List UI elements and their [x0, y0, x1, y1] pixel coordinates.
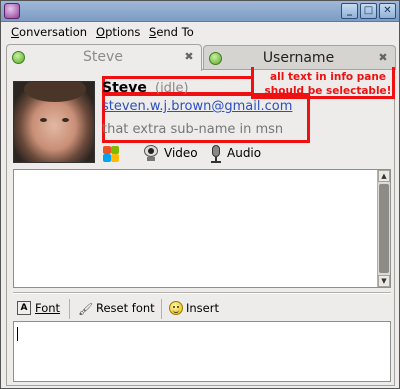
menu-conversation-label: onversation [19, 25, 88, 39]
msn-butterfly-icon[interactable] [102, 145, 120, 163]
smiley-icon [169, 301, 183, 315]
format-toolbar: A Font 🖌 Reset font Insert [13, 297, 391, 321]
conversation-window: _ □ ✕ Conversation Options Send To Steve… [0, 0, 400, 389]
menu-bar: Conversation Options Send To [1, 22, 399, 42]
contact-name[interactable]: Steve [102, 80, 147, 96]
contact-status[interactable]: (idle) [155, 81, 189, 96]
minimize-button[interactable]: _ [341, 3, 358, 19]
buddy-icon-avatar[interactable] [13, 81, 95, 163]
audio-button[interactable]: Audio [227, 146, 261, 160]
conversation-tabs: Steve ✖ Username ✖ [1, 42, 399, 71]
webcam-icon[interactable] [143, 145, 159, 162]
scroll-down-button[interactable]: ▼ [378, 275, 390, 287]
font-label: Font [35, 301, 61, 315]
video-button[interactable]: Video [164, 146, 198, 160]
maximize-button[interactable]: □ [360, 3, 377, 19]
menu-options[interactable]: Options [96, 25, 140, 39]
menu-conversation-mnemonic: C [11, 25, 20, 39]
conversation-history[interactable]: ▲ ▼ [13, 169, 391, 288]
available-status-icon [209, 52, 222, 65]
msn-icon-yellow [111, 154, 119, 162]
mic-head [212, 145, 220, 157]
available-status-icon [12, 51, 25, 64]
message-input[interactable] [13, 321, 391, 382]
pidgin-app-icon[interactable] [4, 3, 20, 19]
history-scrollbar[interactable]: ▲ ▼ [377, 170, 390, 287]
msn-icon-green [111, 146, 119, 154]
toolbar-separator [161, 299, 162, 319]
toolbar-separator [69, 299, 70, 319]
avatar-eye [40, 118, 47, 122]
avatar-hair [24, 82, 86, 102]
close-icon[interactable]: ✖ [377, 52, 389, 64]
scroll-up-button[interactable]: ▲ [378, 170, 390, 182]
close-window-button[interactable]: ✕ [379, 3, 396, 19]
insert-label: Insert [186, 301, 219, 315]
contact-email-link[interactable]: steven.w.j.brown@gmail.com [102, 99, 292, 114]
tab-label: Steve [83, 49, 123, 65]
text-caret [17, 327, 18, 341]
menu-conversation[interactable]: Conversation [11, 25, 87, 39]
brush-icon: 🖌 [78, 302, 94, 316]
reset-font-label: Reset font [96, 301, 155, 315]
font-icon: A [17, 301, 31, 315]
tab-steve[interactable]: Steve ✖ [6, 44, 202, 71]
menu-send-to-label: end To [156, 25, 194, 39]
menu-send-to[interactable]: Send To [149, 25, 194, 39]
webcam-lens [148, 148, 154, 154]
mic-foot [211, 161, 221, 163]
pane-splitter[interactable] [13, 292, 391, 294]
menu-options-label: ptions [105, 25, 141, 39]
webcam-base [147, 157, 155, 161]
microphone-icon[interactable] [210, 145, 222, 163]
scroll-thumb[interactable] [379, 184, 389, 273]
conversation-panel: all text in info pane should be selectab… [6, 67, 395, 386]
close-icon[interactable]: ✖ [183, 51, 195, 63]
tab-label: Username [262, 50, 335, 66]
avatar-eye [62, 118, 69, 122]
contact-subname[interactable]: that extra sub-name in msn [102, 122, 283, 137]
msn-icon-red [103, 146, 111, 154]
title-bar[interactable]: _ □ ✕ [1, 1, 399, 22]
annotation-text: all text in info pane should be selectab… [264, 71, 392, 97]
menu-options-mnemonic: O [96, 25, 106, 39]
msn-icon-blue [103, 154, 111, 162]
